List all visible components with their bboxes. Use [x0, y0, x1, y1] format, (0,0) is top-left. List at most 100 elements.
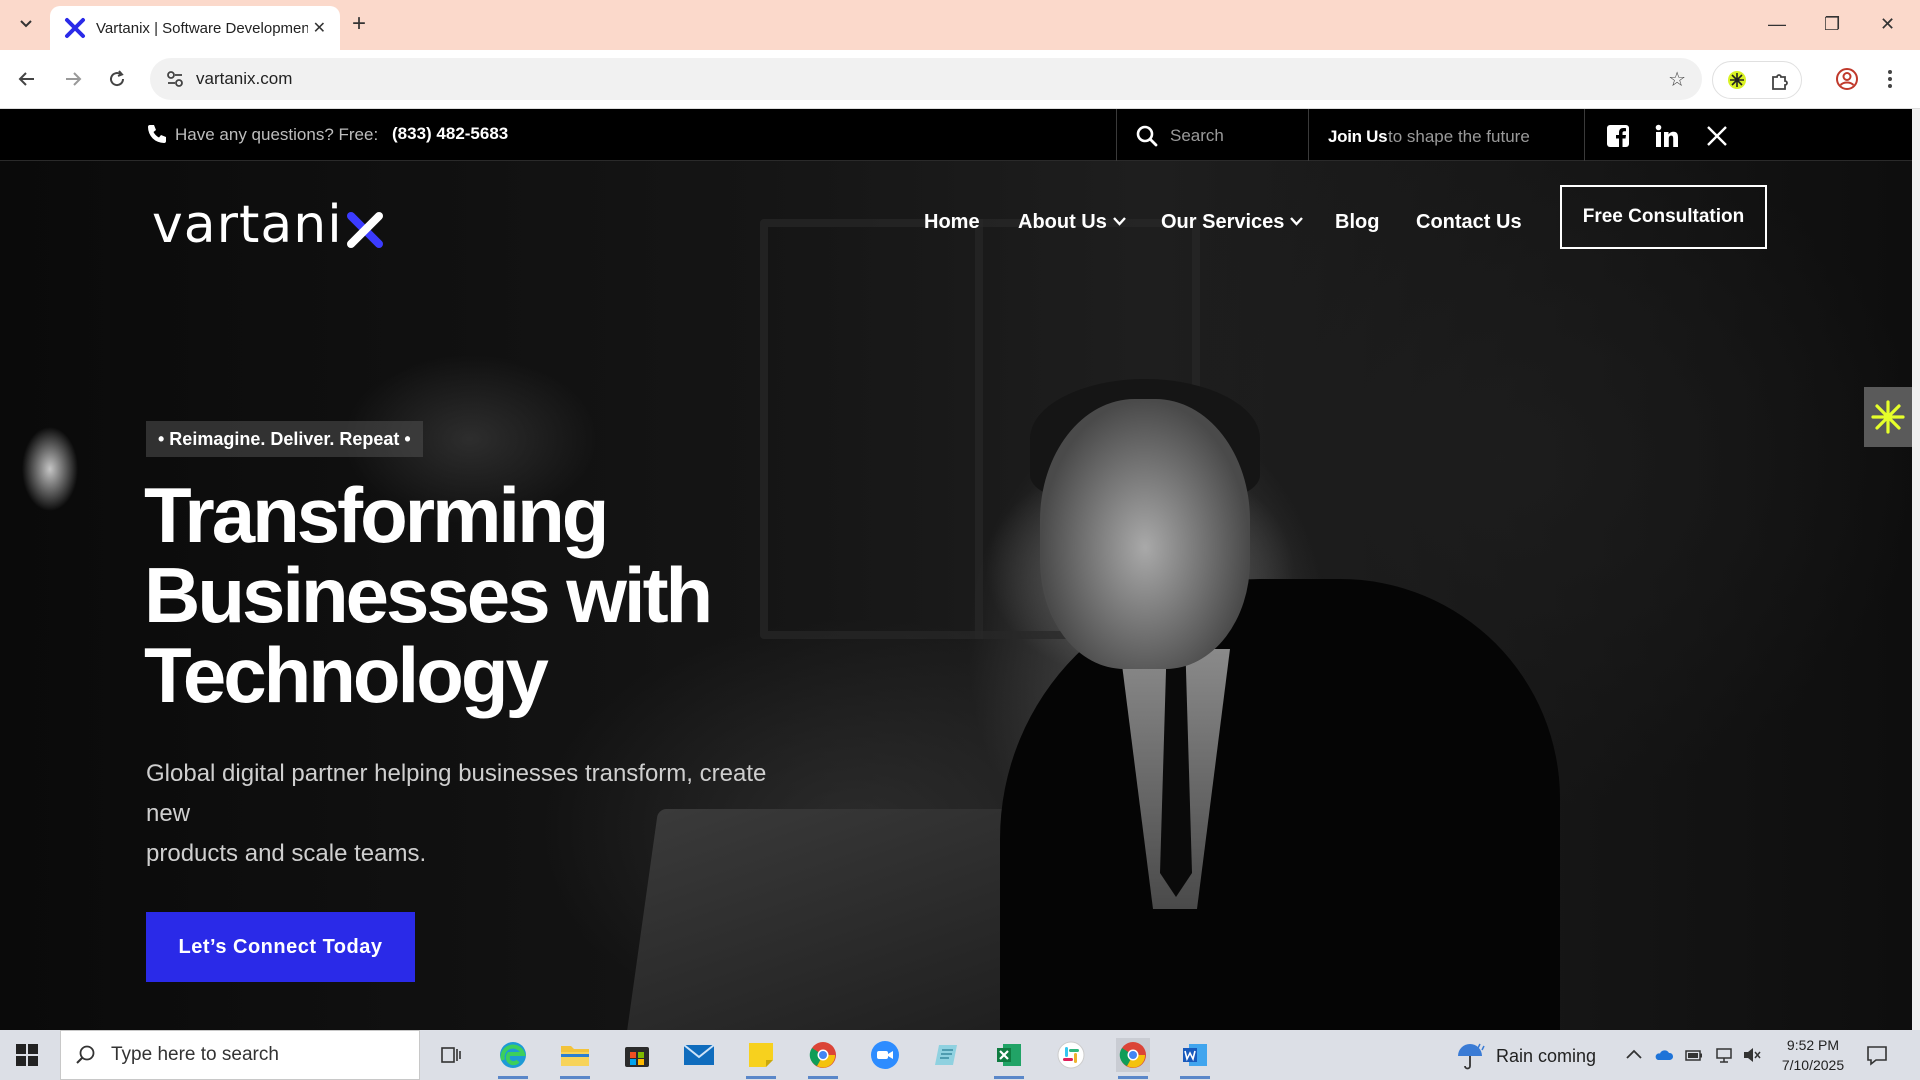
umbrella-rain-icon: [1458, 1043, 1485, 1070]
hero-subtitle-line: Global digital partner helping businesse…: [146, 760, 767, 787]
minimize-button[interactable]: —: [1768, 12, 1786, 36]
notifications-icon[interactable]: [1866, 1044, 1888, 1066]
join-us-tagline: to shape the future: [1388, 127, 1530, 146]
hero-photo-window-mullion: [975, 219, 983, 639]
microsoft-store-icon[interactable]: [620, 1038, 654, 1072]
running-indicator: [498, 1076, 528, 1079]
notepad-icon[interactable]: [930, 1038, 964, 1072]
hero-photo-person-face: [1040, 399, 1250, 669]
chrome-active-icon[interactable]: [1116, 1038, 1150, 1079]
nav-about-us-label: About Us: [1018, 211, 1107, 233]
hero-title-line: Transforming: [144, 471, 609, 559]
search-icon: [76, 1045, 95, 1064]
new-tab-button[interactable]: +: [352, 12, 366, 36]
task-view-icon[interactable]: [434, 1038, 468, 1072]
site-info-icon[interactable]: [166, 70, 184, 88]
weather-widget[interactable]: Rain coming: [1456, 1042, 1596, 1070]
close-window-button[interactable]: ✕: [1880, 12, 1895, 36]
edge-icon[interactable]: [496, 1038, 530, 1079]
nav-blog[interactable]: Blog: [1335, 211, 1379, 234]
nav-contact-us[interactable]: Contact Us: [1416, 211, 1522, 234]
weather-text: Rain coming: [1496, 1045, 1597, 1066]
hero-title-line: Technology: [144, 631, 549, 719]
running-indicator: [808, 1076, 838, 1079]
volume-muted-icon[interactable]: [1742, 1045, 1762, 1065]
nav-home[interactable]: Home: [924, 211, 980, 234]
facebook-icon[interactable]: [1606, 124, 1630, 148]
nav-our-services[interactable]: Our Services: [1161, 211, 1304, 234]
onedrive-cloud-icon[interactable]: [1654, 1045, 1674, 1065]
excel-icon[interactable]: [992, 1038, 1026, 1079]
lets-connect-button[interactable]: Let’s Connect Today: [146, 912, 415, 982]
taskbar-search-box[interactable]: Type here to search: [60, 1030, 420, 1080]
windows-start-icon[interactable]: [16, 1044, 38, 1066]
mail-icon[interactable]: [682, 1038, 716, 1072]
back-button[interactable]: [14, 66, 40, 92]
extensions-group: [1712, 61, 1802, 99]
chrome-icon[interactable]: [806, 1038, 840, 1079]
contact-phone-link[interactable]: (833) 482-5683: [392, 124, 508, 144]
reload-button[interactable]: [104, 66, 130, 92]
slack-icon[interactable]: [1054, 1038, 1088, 1072]
tagline-pill: • Reimagine. Deliver. Repeat •: [146, 421, 423, 457]
taskbar-search-placeholder: Type here to search: [111, 1044, 279, 1065]
arrow-right-icon: [66, 72, 82, 86]
reload-icon: [110, 70, 125, 87]
search-icon[interactable]: [1135, 124, 1159, 148]
nav-about-us[interactable]: About Us: [1018, 211, 1126, 234]
restore-button[interactable]: ❐: [1824, 12, 1840, 36]
phone-icon: [148, 125, 166, 143]
join-us-link[interactable]: Join Us: [1328, 127, 1388, 147]
divider: [1308, 109, 1309, 161]
bookmark-star-icon[interactable]: ☆: [1668, 67, 1686, 92]
sticky-notes-icon[interactable]: [744, 1038, 778, 1079]
vartanix-favicon-icon: [65, 18, 85, 38]
site-search-input[interactable]: [1170, 123, 1300, 149]
browser-tab-bar: Vartanix | Software Development ✕ + — ❐ …: [0, 0, 1920, 50]
hero-title-line: Businesses with: [144, 551, 713, 639]
file-explorer-icon[interactable]: [558, 1038, 592, 1079]
hero-subtitle-line: products and scale teams.: [146, 840, 427, 867]
zoom-icon[interactable]: [868, 1038, 902, 1072]
nav-blog-label: Blog: [1335, 211, 1380, 233]
network-icon[interactable]: [1714, 1045, 1734, 1065]
battery-icon[interactable]: [1684, 1045, 1704, 1065]
vartanix-logo[interactable]: vartani: [152, 195, 383, 255]
chevron-down-icon: [1290, 213, 1304, 229]
active-tab[interactable]: Vartanix | Software Development ✕: [50, 6, 340, 50]
hero-subtitle-line: new: [146, 800, 191, 827]
nav-home-label: Home: [924, 211, 980, 233]
page-scrollbar[interactable]: [1912, 109, 1920, 1030]
running-indicator: [1118, 1076, 1148, 1079]
word-icon[interactable]: [1178, 1038, 1212, 1079]
running-indicator: [1180, 1076, 1210, 1079]
url-text: vartanix.com: [196, 69, 293, 88]
arrow-left-icon: [18, 72, 34, 86]
tab-search-button[interactable]: [14, 12, 38, 36]
linkedin-icon[interactable]: [1655, 124, 1679, 148]
divider: [1116, 109, 1117, 161]
kebab-menu-icon[interactable]: [1886, 67, 1894, 91]
x-icon[interactable]: [1705, 124, 1729, 148]
nav-contact-us-label: Contact Us: [1416, 211, 1522, 233]
divider: [1584, 109, 1585, 161]
top-info-bar: Have any questions? Free: (833) 482-5683…: [0, 109, 1912, 161]
forward-button[interactable]: [60, 66, 86, 92]
logo-wordmark: vartani: [152, 195, 343, 255]
tab-close-icon[interactable]: ✕: [313, 18, 326, 38]
extension-sparkle-icon[interactable]: [1727, 70, 1747, 90]
chevron-down-icon: [1113, 213, 1126, 229]
omnibox[interactable]: vartanix.com ☆: [150, 58, 1702, 100]
chevron-up-icon[interactable]: [1624, 1045, 1644, 1065]
tab-title: Vartanix | Software Development: [96, 19, 308, 37]
clock-time: 9:52 PM: [1786, 1037, 1840, 1053]
address-bar: vartanix.com ☆: [0, 50, 1920, 109]
running-indicator: [560, 1076, 590, 1079]
floating-widget-button[interactable]: [1864, 387, 1912, 447]
system-clock[interactable]: 9:52 PM 7/10/2025: [1768, 1035, 1858, 1075]
hero-subtitle: Global digital partner helping businesse…: [146, 754, 826, 874]
free-consultation-button[interactable]: Free Consultation: [1560, 185, 1767, 249]
chevron-down-icon: [20, 20, 32, 28]
profile-icon[interactable]: [1835, 67, 1859, 91]
puzzle-icon[interactable]: [1769, 70, 1791, 92]
